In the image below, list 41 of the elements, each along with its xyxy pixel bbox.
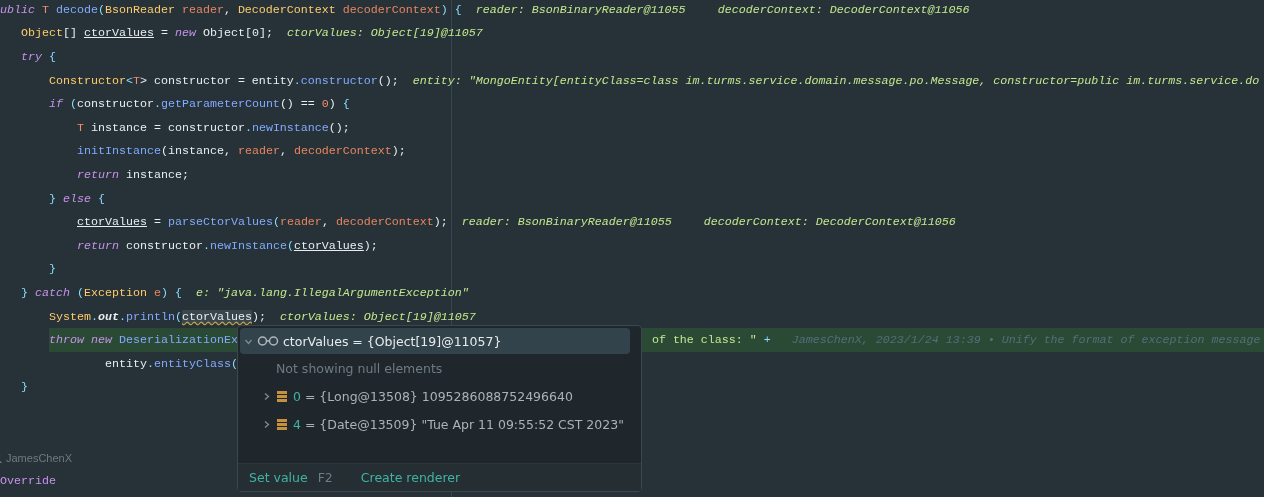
code-line: ublic T decode(BsonReader reader, DecoderContext decoderContext) { <box>0 2 462 17</box>
code-line: return constructor.newInstance(ctorValues); <box>77 238 378 253</box>
code-line: return instance; <box>77 167 189 182</box>
null-elements-note: Not showing null elements <box>276 360 443 376</box>
glasses-icon <box>257 336 279 346</box>
array-element-value[interactable]: 4 = {Date@13509} "Tue Apr 11 09:55:52 CST 2023" <box>293 416 624 432</box>
inline-value-hint: reader: BsonBinaryReader@11055 <box>475 2 686 17</box>
popup-action-link[interactable]: Set value <box>249 470 308 485</box>
inline-value-hint: e: "java.lang.IllegalArgumentException" <box>195 285 469 300</box>
code-line: throw new DeserializationEx <box>49 333 238 348</box>
inline-value-hint: entity: "MongoEntity[entityClass=class im.turms.service.domain.message.po.Message, constructor=public im.turms.service.do <box>412 73 1260 88</box>
inline-value-hint: ctorValues: Object[19]@11057 <box>279 309 476 324</box>
inline-value-hint: decoderContext: DecoderContext@11056 <box>703 215 956 230</box>
array-element-value[interactable]: 0 = {Long@13508} 1095286088752496640 <box>293 388 573 404</box>
code-line: if (constructor.getParameterCount() == 0) { <box>49 97 350 112</box>
code-line: } <box>49 262 56 277</box>
code-line: T instance = constructor.newInstance(); <box>77 120 350 135</box>
code-line: } <box>21 380 28 395</box>
code-line: Constructor<T> constructor = entity.constructor(); <box>49 73 399 88</box>
author-hint[interactable]: JamesChenX <box>6 452 73 465</box>
inline-value-hint: decoderContext: DecoderContext@11056 <box>717 2 970 17</box>
blame-annotation: JamesChenX, 2023/1/24 13:39 • Unify the format of exception message <box>791 333 1261 348</box>
shortcut-hint: F2 <box>317 470 333 485</box>
code-line: Override <box>0 474 56 489</box>
code-line: Object[] ctorValues = new Object[0]; <box>21 26 273 41</box>
code-line: System.out.println(ctorValues); <box>49 309 266 324</box>
variable-value: ctorValues = {Object[19]@11057} <box>283 333 502 349</box>
chevron-icon[interactable] <box>262 391 271 401</box>
code-line: } catch (Exception e) { <box>21 285 182 300</box>
inline-value-hint: ctorValues: Object[19]@11057 <box>286 26 483 41</box>
code-line: of the class: " + <box>651 333 771 348</box>
code-line: ctorValues = parseCtorValues(reader, decoderContext); <box>77 215 448 230</box>
chevron-icon[interactable] <box>262 419 271 429</box>
inline-value-hint: reader: BsonBinaryReader@11055 <box>461 215 672 230</box>
code-line: try { <box>21 50 56 64</box>
popup-action-link[interactable]: Create renderer <box>360 470 461 485</box>
array-element-icon <box>277 390 287 402</box>
array-element-icon <box>277 418 287 430</box>
code-line: entity.entityClass( <box>105 356 238 371</box>
code-line: initInstance(instance, reader, decoderContext); <box>77 144 406 159</box>
code-line: } else { <box>49 191 105 206</box>
